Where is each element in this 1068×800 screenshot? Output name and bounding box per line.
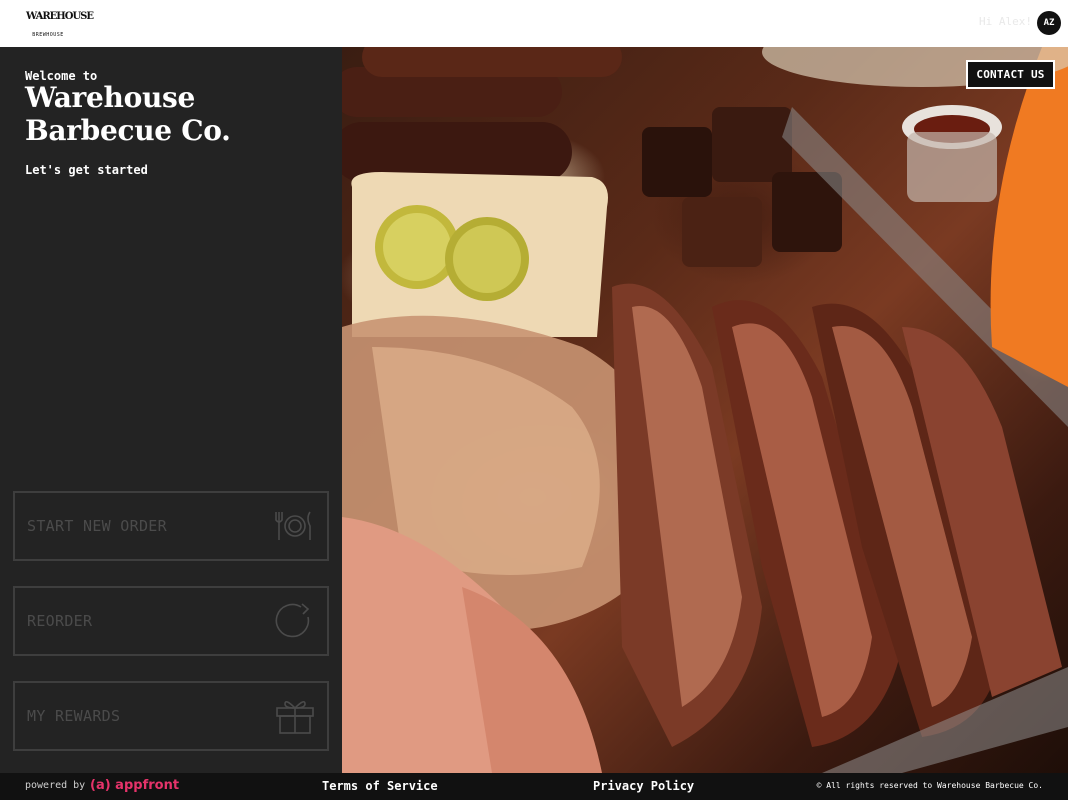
refresh-icon <box>275 603 315 639</box>
user-avatar[interactable]: AZ <box>1037 11 1061 35</box>
brand-logo[interactable]: WAREHOUSE BREWHOUSE <box>26 8 94 40</box>
welcome-panel: Welcome to Warehouse Barbecue Co. Let's … <box>0 47 342 773</box>
page-subtitle: Let's get started <box>25 163 148 177</box>
user-greeting: Hi Alex! <box>979 15 1032 28</box>
logo-wordmark: WAREHOUSE <box>26 11 94 22</box>
contact-us-button[interactable]: CONTACT US <box>966 60 1055 89</box>
privacy-policy-link[interactable]: Privacy Policy <box>593 779 694 793</box>
copyright-notice: © All rights reserved to Warehouse Barbe… <box>816 781 1043 790</box>
appfront-logo[interactable]: (a) appfront <box>90 778 179 793</box>
my-rewards-label: MY REWARDS <box>27 707 121 725</box>
reorder-button[interactable]: REORDER <box>13 586 329 656</box>
terms-of-service-link[interactable]: Terms of Service <box>322 779 438 793</box>
fork-plate-knife-icon <box>275 508 315 544</box>
logo-subtext: BREWHOUSE <box>32 32 64 38</box>
my-rewards-button[interactable]: MY REWARDS <box>13 681 329 751</box>
footer: powered by (a) appfront Terms of Service… <box>0 773 1068 800</box>
top-bar: WAREHOUSE BREWHOUSE Hi Alex! AZ <box>0 0 1068 47</box>
bbq-platter-illustration <box>342 47 1068 773</box>
gift-icon <box>275 698 315 734</box>
reorder-label: REORDER <box>27 612 93 630</box>
hero-food-image <box>342 47 1068 773</box>
powered-by-label: powered by <box>25 780 86 791</box>
start-new-order-button[interactable]: START NEW ORDER <box>13 491 329 561</box>
page-title: Warehouse Barbecue Co. <box>25 81 231 147</box>
start-new-order-label: START NEW ORDER <box>27 517 167 535</box>
